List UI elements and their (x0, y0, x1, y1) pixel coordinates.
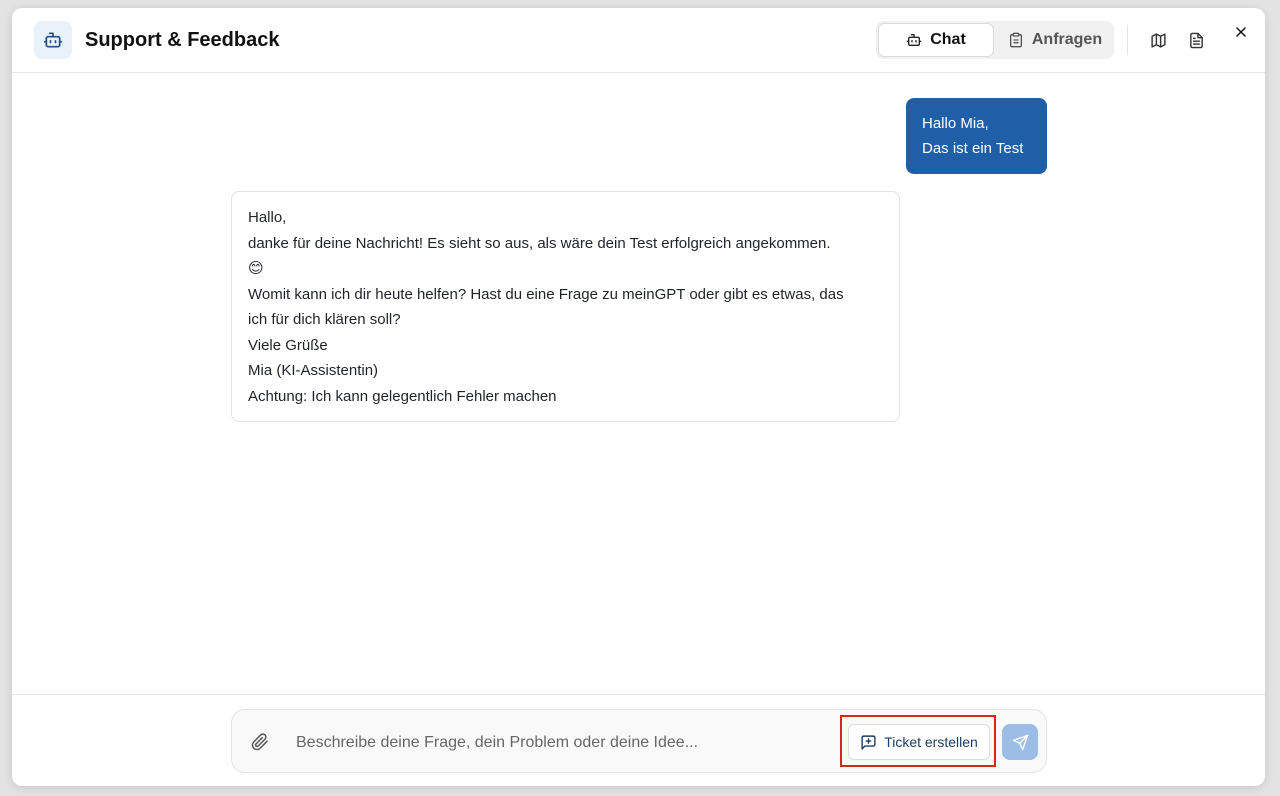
assistant-message: Hallo, danke für deine Nachricht! Es sie… (231, 191, 900, 422)
paperclip-icon (251, 733, 268, 751)
tab-chat[interactable]: Chat (878, 23, 994, 57)
message-input[interactable] (294, 728, 818, 758)
map-button[interactable] (1146, 28, 1170, 52)
attach-button[interactable] (248, 730, 272, 754)
send-button[interactable] (1002, 724, 1038, 760)
close-button[interactable] (1229, 20, 1253, 44)
bot-icon (906, 34, 922, 46)
close-icon (1236, 27, 1246, 37)
assistant-message-line: Achtung: Ich kann gelegentlich Fehler ma… (248, 387, 557, 405)
document-icon (1189, 32, 1203, 48)
dialog-header: Support & Feedback Chat Anfragen (12, 8, 1265, 73)
send-icon (1012, 734, 1028, 750)
map-icon (1150, 32, 1166, 48)
user-message-line: Hallo Mia, (922, 115, 989, 132)
assistant-message-line: Hallo, (248, 209, 287, 226)
header-divider (1127, 25, 1128, 55)
tab-anfragen-label: Anfragen (1031, 31, 1103, 48)
assistant-message-line: Womit kann ich dir heute helfen? Hast du… (248, 285, 844, 303)
assistant-message-line: Mia (KI-Assistentin) (248, 362, 379, 379)
dialog-title: Support & Feedback (85, 29, 280, 51)
create-ticket-button[interactable]: Ticket erstellen (848, 724, 990, 760)
assistant-message-emoji: 😊 (248, 260, 264, 277)
assistant-message-line: Viele Grüße (248, 336, 328, 354)
message-plus-icon (861, 734, 876, 750)
tab-anfragen[interactable]: Anfragen (998, 23, 1112, 57)
assistant-message-line: ich für dich klären soll? (248, 311, 401, 328)
composer: Ticket erstellen (231, 709, 1047, 773)
clipboard-icon (1009, 32, 1022, 48)
view-switcher: Chat Anfragen (876, 21, 1114, 59)
tab-chat-label: Chat (930, 31, 966, 48)
document-button[interactable] (1184, 28, 1208, 52)
user-message: Hallo Mia, Das ist ein Test (906, 98, 1047, 174)
create-ticket-label: Ticket erstellen (884, 734, 978, 750)
bot-icon (43, 32, 63, 48)
assistant-message-line: danke für deine Nachricht! Es sieht so a… (248, 234, 831, 252)
composer-area: Ticket erstellen (12, 694, 1265, 786)
support-dialog: Support & Feedback Chat Anfragen Hallo M… (12, 8, 1265, 786)
bot-logo (34, 21, 72, 59)
user-message-line: Das ist ein Test (922, 140, 1024, 157)
